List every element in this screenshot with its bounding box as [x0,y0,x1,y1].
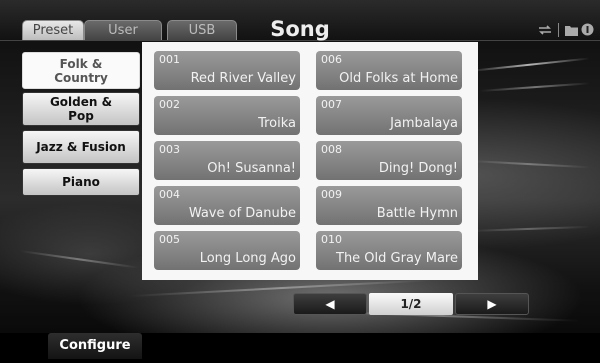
song-name: Wave of Danube [188,206,296,221]
song-item[interactable]: 004 Wave of Danube [154,186,300,225]
page-title: Song [270,17,330,41]
category-piano[interactable]: Piano [22,168,140,196]
repeat-icon[interactable] [537,21,553,40]
category-jazz-fusion[interactable]: Jazz & Fusion [22,130,140,164]
song-item[interactable]: 002 Troika [154,96,300,135]
tab-preset[interactable]: Preset [22,20,84,40]
category-label: Piano [62,175,100,189]
song-screen: Preset User USB Song Folk & Country Gold… [0,0,600,363]
song-name: Ding! Dong! [378,161,458,176]
song-name: Jambalaya [390,116,458,131]
divider [558,23,559,37]
background-streak [469,160,590,169]
header-bar: Preset User USB Song [0,0,600,41]
song-name: Long Long Ago [199,251,296,266]
song-item[interactable]: 007 Jambalaya [316,96,462,135]
folder-icon[interactable] [565,21,578,40]
prev-page-button[interactable]: ◀ [293,293,367,315]
category-label: Golden & Pop [49,95,113,123]
song-list-panel: 001 Red River Valley 002 Troika 003 Oh! … [142,42,478,280]
category-label: Folk & Country [54,56,108,85]
next-page-button[interactable]: ▶ [455,293,529,315]
song-number: 004 [159,188,180,201]
song-name: Battle Hymn [376,206,458,221]
song-item[interactable]: 010 The Old Gray Mare [316,231,462,270]
pager: ◀ 1/2 ▶ [293,293,529,315]
background-streak [19,250,139,269]
song-name: Red River Valley [190,71,296,86]
song-number: 005 [159,233,180,246]
song-number: 003 [159,143,180,156]
song-item[interactable]: 003 Oh! Susanna! [154,141,300,180]
song-number: 008 [321,143,342,156]
song-item[interactable]: 001 Red River Valley [154,51,300,90]
song-number: 002 [159,98,180,111]
song-item[interactable]: 008 Ding! Dong! [316,141,462,180]
song-item[interactable]: 006 Old Folks at Home [316,51,462,90]
song-item[interactable]: 005 Long Long Ago [154,231,300,270]
category-golden-pop[interactable]: Golden & Pop [22,92,140,126]
song-name: The Old Gray Mare [336,251,458,266]
song-name: Oh! Susanna! [207,161,296,176]
header-icons [534,22,594,38]
tab-usb[interactable]: USB [167,20,237,40]
background-streak [479,82,590,92]
song-name: Old Folks at Home [339,71,458,86]
category-folk-country[interactable]: Folk & Country [22,52,140,89]
info-icon[interactable] [581,21,594,40]
background-streak [469,57,590,72]
page-indicator: 1/2 [369,293,453,315]
configure-button[interactable]: Configure [48,333,142,359]
song-number: 006 [321,53,342,66]
tab-user[interactable]: User [84,20,162,40]
song-number: 001 [159,53,180,66]
song-name: Troika [258,116,296,131]
song-item[interactable]: 009 Battle Hymn [316,186,462,225]
category-label: Jazz & Fusion [36,140,126,154]
song-number: 010 [321,233,342,246]
background-streak [469,225,590,232]
song-number: 009 [321,188,342,201]
song-number: 007 [321,98,342,111]
